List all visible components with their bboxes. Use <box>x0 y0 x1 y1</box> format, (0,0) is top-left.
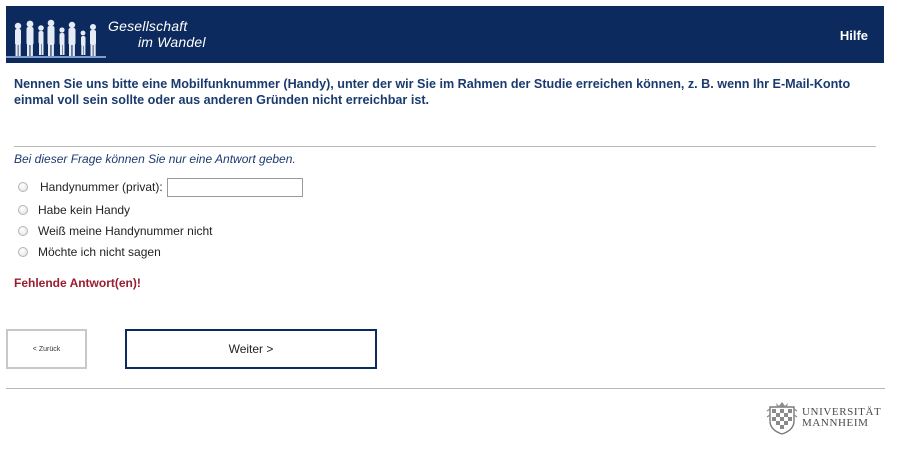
university-name: UNIVERSITÄT MANNHEIM <box>802 407 881 429</box>
universitaet-mannheim-logo: UNIVERSITÄT MANNHEIM <box>766 401 886 435</box>
option-handynummer: Handynummer (privat): <box>18 177 303 197</box>
logo-text-line1: Gesellschaft <box>108 18 188 34</box>
option-label: Weiß meine Handynummer nicht <box>38 224 213 238</box>
radio-handynummer[interactable] <box>18 182 28 192</box>
radio-nicht-sagen[interactable] <box>18 247 28 257</box>
logo-text-line2: im Wandel <box>138 34 206 50</box>
back-button[interactable]: < Zurück <box>6 329 87 369</box>
answer-instruction: Bei dieser Frage können Sie nur eine Ant… <box>14 152 296 166</box>
divider <box>6 388 885 389</box>
next-button[interactable]: Weiter > <box>125 329 377 369</box>
gesellschaft-im-wandel-logo: Gesellschaft im Wandel <box>6 6 216 63</box>
option-label: Möchte ich nicht sagen <box>38 245 161 259</box>
radio-kein-handy[interactable] <box>18 205 28 215</box>
radio-nummer-unbekannt[interactable] <box>18 226 28 236</box>
people-silhouette-icon <box>6 6 106 63</box>
university-name-line2: MANNHEIM <box>802 417 869 429</box>
header-banner: Gesellschaft im Wandel Hilfe <box>6 6 884 63</box>
option-nicht-sagen: Möchte ich nicht sagen <box>18 243 161 261</box>
option-label: Handynummer (privat): <box>40 180 163 194</box>
option-nummer-unbekannt: Weiß meine Handynummer nicht <box>18 222 213 240</box>
missing-answer-error: Fehlende Antwort(en)! <box>14 276 141 290</box>
option-kein-handy: Habe kein Handy <box>18 201 130 219</box>
university-crest-icon <box>766 402 798 435</box>
divider <box>14 146 876 147</box>
phone-number-input[interactable] <box>166 177 303 197</box>
option-label: Habe kein Handy <box>38 203 131 217</box>
question-text: Nennen Sie uns bitte eine Mobilfunknumme… <box>14 77 851 107</box>
help-link[interactable]: Hilfe <box>840 28 868 43</box>
